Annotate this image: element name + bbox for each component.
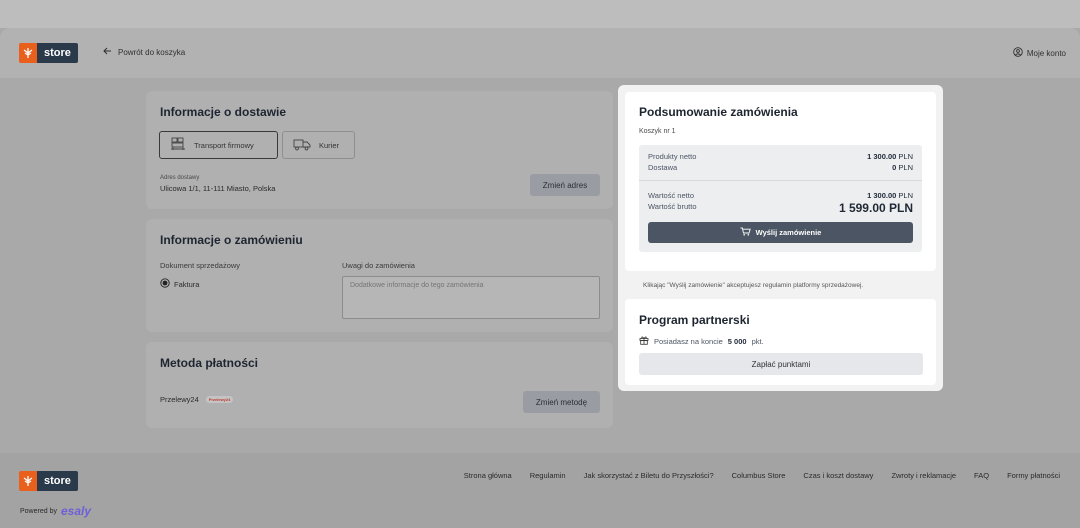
brand-mark-icon (19, 471, 37, 491)
points-prefix: Posiadasz na koncie (654, 336, 723, 346)
delivery-title: Informacje o dostawie (160, 105, 287, 119)
payment-card: Metoda płatności Przelewy24 Przelewy24 Z… (146, 342, 613, 428)
delivery-label: Dostawa (648, 163, 678, 172)
footer-links: Strona główna Regulamin Jak skorzystać z… (464, 471, 1060, 480)
document-label: Dokument sprzedażowy (160, 261, 241, 270)
totals-box: Produkty netto 1 300.00 PLN Dostawa 0 PL… (639, 145, 922, 252)
powered-by: Powered by esaly (20, 504, 91, 518)
change-address-button[interactable]: Zmień adres (530, 174, 600, 196)
browser-top-area (0, 0, 1080, 28)
option-company-transport[interactable]: Transport firmowy (159, 131, 278, 159)
payment-title: Metoda płatności (160, 356, 259, 370)
pallet-icon (170, 137, 186, 153)
net-total-value: 1 300.00 PLN (867, 191, 913, 200)
header: store Powrót do koszyka Moje konto (0, 28, 1080, 78)
partner-card: Program partnerski Posiadasz na koncie 5… (625, 299, 936, 385)
footer-link-returns[interactable]: Zwroty i reklamacje (891, 471, 956, 480)
arrow-left-icon (103, 47, 112, 57)
delivery-value: 0 PLN (892, 163, 913, 172)
partner-title: Program partnerski (639, 313, 750, 327)
address-value: Ulicowa 1/1, 11-111 Miasto, Polska (160, 184, 276, 193)
footer-link-home[interactable]: Strona główna (464, 471, 512, 480)
powered-by-label: Powered by (20, 507, 57, 515)
points-unit: pkt. (751, 336, 764, 346)
summary-card: Podsumowanie zamówienia Koszyk nr 1 Prod… (625, 92, 936, 271)
summary-title: Podsumowanie zamówienia (639, 105, 798, 119)
brand-mark-icon (19, 43, 37, 63)
net-products-value: 1 300.00 PLN (867, 152, 913, 161)
przelewy24-logo: Przelewy24 (205, 396, 234, 403)
radio-checked-icon (160, 275, 170, 293)
gift-icon (639, 335, 649, 347)
address-label: Adres dostawy (160, 175, 200, 181)
back-to-cart-link[interactable]: Powrót do koszyka (103, 47, 185, 57)
gross-total-label: Wartość brutto (648, 202, 697, 211)
account-label: Moje konto (1026, 48, 1066, 58)
footer-link-payments[interactable]: Formy płatności (1007, 471, 1060, 480)
divider (639, 180, 922, 181)
notes-label: Uwagi do zamówienia (342, 261, 415, 270)
payment-method: Przelewy24 Przelewy24 (160, 395, 234, 404)
order-summary-panel: Podsumowanie zamówienia Koszyk nr 1 Prod… (618, 85, 943, 391)
footer-store-logo[interactable]: store (19, 471, 78, 491)
logo-text: store (37, 471, 78, 491)
order-info-title: Informacje o zamówieniu (160, 233, 303, 247)
footer-link-columbus[interactable]: Columbus Store (732, 471, 786, 480)
footer-link-terms[interactable]: Regulamin (530, 471, 566, 480)
cart-icon (740, 227, 751, 238)
order-notes-textarea[interactable] (342, 276, 600, 319)
cart-label: Koszyk nr 1 (639, 128, 676, 135)
option-label: Transport firmowy (194, 140, 254, 150)
footer-link-delivery[interactable]: Czas i koszt dostawy (803, 471, 873, 480)
radio-label: Faktura (174, 279, 200, 289)
points-value: 5 000 (727, 336, 747, 346)
store-logo[interactable]: store (19, 43, 78, 63)
footer-link-faq[interactable]: FAQ (974, 471, 989, 480)
my-account-link[interactable]: Moje konto (1013, 47, 1066, 59)
truck-icon (293, 138, 311, 153)
send-order-button[interactable]: Wyślij zamówienie (648, 222, 913, 243)
payment-method-name: Przelewy24 (160, 395, 199, 404)
delivery-card: Informacje o dostawie Transport firmowy … (146, 91, 613, 209)
change-method-button[interactable]: Zmień metodę (523, 391, 600, 413)
esaly-logo[interactable]: esaly (61, 504, 91, 518)
back-label: Powrót do koszyka (118, 47, 186, 57)
terms-note: Klikając "Wyślij zamówienie" akceptujesz… (643, 282, 864, 289)
footer: store Strona główna Regulamin Jak skorzy… (0, 453, 1080, 528)
send-order-label: Wyślij zamówienie (755, 228, 822, 237)
logo-text: store (37, 43, 78, 63)
user-circle-icon (1013, 47, 1023, 59)
option-label: Kurier (319, 140, 340, 150)
points-balance: Posiadasz na koncie 5 000 pkt. (639, 335, 764, 347)
pay-with-points-button[interactable]: Zapłać punktami (639, 353, 923, 375)
order-info-card: Informacje o zamówieniu Dokument sprzeda… (146, 219, 613, 332)
footer-link-ticket[interactable]: Jak skorzystać z Biletu do Przyszłości? (584, 471, 714, 480)
option-courier[interactable]: Kurier (282, 131, 355, 159)
net-products-label: Produkty netto (648, 152, 697, 161)
gross-total-value: 1 599.00 PLN (838, 201, 913, 215)
document-radio-faktura[interactable]: Faktura (160, 275, 199, 293)
net-total-label: Wartość netto (648, 191, 694, 200)
